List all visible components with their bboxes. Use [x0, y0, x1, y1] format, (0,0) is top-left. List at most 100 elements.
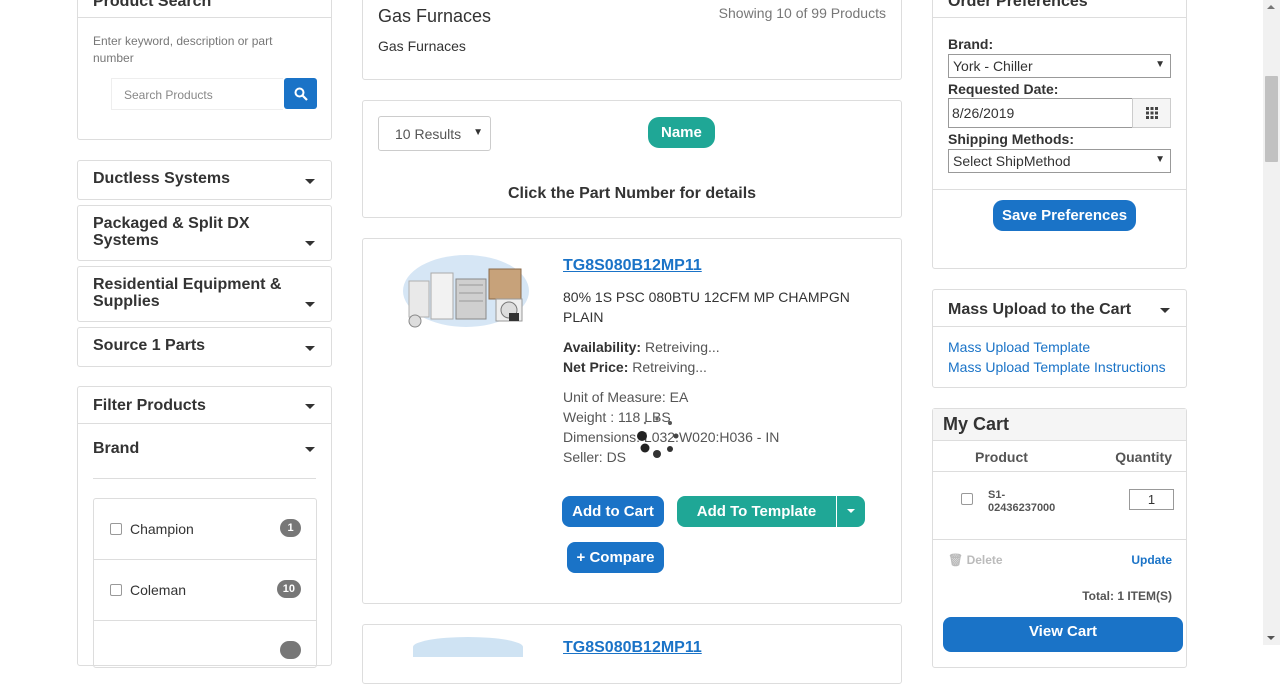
- page-title: Gas Furnaces: [378, 6, 492, 26]
- mass-upload-panel: Mass Upload to the Cart Mass Upload Temp…: [932, 289, 1187, 388]
- brand-checkbox[interactable]: [110, 584, 122, 596]
- brand-select-value: York - Chiller: [953, 58, 1033, 74]
- filter-title[interactable]: Filter Products: [93, 397, 206, 415]
- add-to-cart-button[interactable]: Add to Cart: [562, 496, 664, 527]
- product-card: TG8S080B12MP11: [362, 624, 902, 684]
- cart-header: My Cart: [933, 409, 1186, 441]
- net-price-value: Retreiving...: [632, 359, 707, 375]
- requested-date-input[interactable]: 8/26/2019: [948, 98, 1133, 128]
- brand-filter-title[interactable]: Brand: [93, 440, 139, 458]
- calendar-button[interactable]: [1132, 98, 1171, 128]
- chevron-down-icon: [305, 179, 315, 184]
- trash-icon: 🗑: [948, 553, 964, 567]
- mass-upload-instructions-link[interactable]: Mass Upload Template Instructions: [948, 359, 1166, 375]
- divider: [933, 539, 1186, 540]
- chevron-down-icon: [305, 302, 315, 307]
- search-hint: Enter keyword, description or part numbe…: [93, 34, 273, 65]
- category-header-panel: Gas Furnaces Showing 10 of 99 Products G…: [362, 0, 902, 80]
- product-search-panel: Product Search Enter keyword, descriptio…: [77, 0, 332, 140]
- brand-count-badge: 10: [276, 580, 301, 598]
- category-label: Ductless Systems: [93, 170, 230, 187]
- availability-label: Availability:: [563, 339, 642, 355]
- unit-of-measure: Unit of Measure: EA: [563, 389, 689, 405]
- seller: Seller: DS: [563, 449, 627, 465]
- save-preferences-button[interactable]: Save Preferences: [993, 200, 1136, 231]
- category-label: Packaged & Split DX Systems: [93, 215, 250, 249]
- part-number-hint: Click the Part Number for details: [507, 185, 757, 202]
- cart-total: Total: 1 ITEM(S): [1082, 589, 1172, 603]
- divider: [78, 423, 331, 424]
- shipping-methods-label: Shipping Methods:: [948, 131, 1074, 147]
- filter-products-panel: Filter Products Brand Champion 1 Coleman…: [77, 386, 332, 668]
- cart-column-product: Product: [975, 449, 1028, 465]
- cart-item-checkbox[interactable]: [961, 493, 973, 505]
- availability-value: Retreiving...: [644, 339, 720, 355]
- divider: [78, 17, 331, 18]
- part-number-link[interactable]: TG8S080B12MP11: [563, 257, 702, 275]
- brand-label: Brand:: [948, 36, 994, 52]
- template-dropdown-button[interactable]: [837, 496, 865, 527]
- scroll-up-arrow-icon[interactable]: [1267, 5, 1275, 9]
- chevron-down-icon: [847, 509, 855, 513]
- my-cart-panel: My Cart Product Quantity S1- 02436237000…: [932, 408, 1187, 668]
- brand-row-coleman[interactable]: Coleman 10: [94, 560, 316, 621]
- category-residential[interactable]: Residential Equipment & Supplies: [77, 266, 332, 322]
- order-preferences-title: Order Preferences: [948, 0, 1088, 10]
- net-price-line: Net Price: Retreiving...: [563, 359, 707, 375]
- category-ductless[interactable]: Ductless Systems: [77, 160, 332, 200]
- compare-button[interactable]: + Compare: [567, 542, 664, 573]
- product-image[interactable]: [413, 637, 523, 657]
- dropdown-arrow-icon: ▼: [1155, 154, 1165, 165]
- mass-upload-title[interactable]: Mass Upload to the Cart: [948, 301, 1131, 319]
- divider: [933, 326, 1186, 327]
- sort-by-name-button[interactable]: Name: [648, 117, 715, 148]
- category-packaged-split[interactable]: Packaged & Split DX Systems: [77, 205, 332, 261]
- brand-name: Coleman: [130, 582, 187, 598]
- add-to-template-button[interactable]: Add To Template: [677, 496, 836, 527]
- results-per-page-value: 10 Results: [395, 126, 462, 142]
- scrollbar-thumb[interactable]: [1265, 76, 1278, 162]
- search-input[interactable]: Search Products: [111, 78, 283, 110]
- update-button[interactable]: Update: [1131, 553, 1172, 567]
- dropdown-arrow-icon: ▼: [1155, 59, 1165, 70]
- chevron-down-icon[interactable]: [1160, 308, 1170, 313]
- brand-checkbox[interactable]: [110, 523, 122, 535]
- category-label: Source 1 Parts: [93, 337, 206, 354]
- category-source1[interactable]: Source 1 Parts: [77, 327, 332, 367]
- requested-date-label: Requested Date:: [948, 81, 1059, 97]
- chevron-down-icon[interactable]: [305, 404, 315, 409]
- net-price-label: Net Price:: [563, 359, 629, 375]
- brand-name: Champion: [130, 521, 194, 537]
- search-icon: [294, 87, 308, 101]
- brand-row-champion[interactable]: Champion 1: [94, 499, 316, 560]
- delete-button[interactable]: 🗑 Delete: [948, 553, 1003, 567]
- part-number-link[interactable]: TG8S080B12MP11: [563, 639, 702, 657]
- shipping-method-select[interactable]: Select ShipMethod ▼: [948, 149, 1171, 173]
- product-image[interactable]: [401, 251, 531, 331]
- product-card: TG8S080B12MP11 80% 1S PSC 080BTU 12CFM M…: [362, 238, 902, 604]
- availability-line: Availability: Retreiving...: [563, 339, 720, 355]
- page-scrollbar[interactable]: [1263, 0, 1280, 645]
- brand-count-badge: [280, 641, 301, 659]
- search-button[interactable]: [284, 78, 317, 109]
- dropdown-arrow-icon: ▼: [473, 127, 483, 138]
- category-label: Residential Equipment & Supplies: [93, 276, 282, 310]
- chevron-down-icon: [305, 346, 315, 351]
- sort-panel: 10 Results ▼ Name Click the Part Number …: [362, 100, 902, 218]
- cart-item-quantity-input[interactable]: 1: [1129, 489, 1174, 510]
- brand-row-next[interactable]: [94, 621, 316, 682]
- shipping-method-value: Select ShipMethod: [953, 153, 1071, 169]
- chevron-down-icon[interactable]: [305, 447, 315, 452]
- view-cart-button[interactable]: View Cart: [943, 617, 1183, 652]
- divider: [933, 17, 1186, 18]
- mass-upload-template-link[interactable]: Mass Upload Template: [948, 339, 1090, 355]
- brand-select[interactable]: York - Chiller ▼: [948, 54, 1171, 78]
- divider: [933, 471, 1186, 472]
- chevron-down-icon: [305, 241, 315, 246]
- category-subtitle: Gas Furnaces: [378, 38, 466, 54]
- results-per-page-select[interactable]: 10 Results ▼: [378, 116, 491, 151]
- product-description: 80% 1S PSC 080BTU 12CFM MP CHAMPGN PLAIN: [563, 289, 850, 325]
- results-count: Showing 10 of 99 Products: [718, 5, 886, 21]
- scroll-down-arrow-icon[interactable]: [1267, 636, 1275, 640]
- product-search-title: Product Search: [93, 0, 212, 10]
